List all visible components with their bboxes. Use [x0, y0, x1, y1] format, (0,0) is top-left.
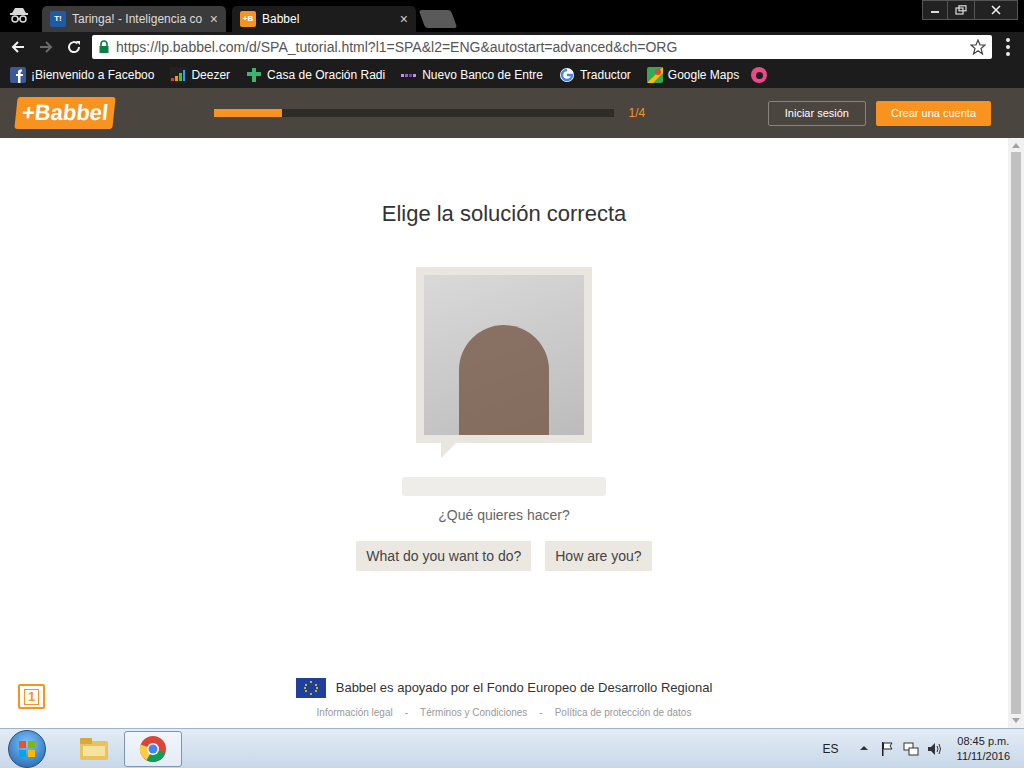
speech-tail [441, 443, 456, 458]
taskbar: ES 08:45 p.m.11/11/2016 [0, 728, 1024, 768]
badge-number: 1 [24, 689, 39, 705]
bookmark-facebook-icon [10, 67, 26, 83]
back-arrow-icon[interactable] [8, 37, 28, 57]
window-controls [922, 0, 1018, 20]
exercise-title: Elige la solución correcta [382, 200, 627, 228]
bookmark[interactable]: Deezer [166, 64, 234, 86]
speaker-icon[interactable] [927, 741, 943, 757]
tab-icon-text: +B [243, 15, 253, 23]
tab-close[interactable]: × [400, 12, 408, 26]
footer-links: Información legal-Términos y Condiciones… [317, 705, 692, 720]
bookmark-circle-icon[interactable] [751, 67, 767, 83]
bookmark-maps-icon [647, 67, 663, 83]
bookmark[interactable]: Google Maps [643, 64, 743, 86]
bookmark-cross-icon [246, 67, 262, 83]
answer-option[interactable]: What do you want to do? [356, 541, 531, 571]
picture-card [416, 267, 592, 443]
answer-option[interactable]: How are you? [545, 541, 651, 571]
babbel-logo[interactable]: +Babbel [14, 97, 116, 129]
babbel-header: +Babbel 1/4 Iniciar sesión Crear una cuenta [0, 88, 1024, 138]
tab-favicon: +B [240, 11, 256, 27]
bookmark-deezer-icon [170, 67, 186, 83]
close-window-icon[interactable] [974, 0, 1018, 20]
restore-icon[interactable] [948, 0, 974, 20]
eu-text: Babbel es apoyado por el Fondo Europeo d… [336, 678, 713, 698]
prompt-text: ¿Qué quieres hacer? [438, 505, 570, 526]
option-label: What do you want to do? [366, 546, 521, 567]
page-content: Elige la solución correcta ¿Qué quieres h… [0, 138, 1008, 728]
answer-blank [402, 477, 606, 496]
language-indicator[interactable]: ES [823, 740, 839, 758]
bookmark-label: Deezer [191, 66, 230, 84]
answer-options: What do you want to do? How are you? [356, 541, 651, 571]
tab-close[interactable]: × [210, 12, 218, 26]
progress-reading: 1/4 [629, 104, 669, 122]
bookmark-label: Google Maps [668, 66, 739, 84]
bookmark-google-icon [559, 67, 575, 83]
star-icon[interactable] [970, 39, 986, 55]
tab-label: Babbel [262, 10, 394, 28]
scrollbar[interactable] [1008, 138, 1024, 728]
footer-link[interactable]: Información legal [317, 705, 393, 720]
progress-fill [214, 109, 282, 117]
option-label: How are you? [555, 546, 641, 567]
bookmark-label: Traductor [580, 66, 631, 84]
bookmark-dots-icon [401, 67, 417, 83]
bookmarks-bar: ¡Bienvenido a Faceboo Deezer Casa de Oraci… [0, 62, 1024, 88]
login-button[interactable]: Iniciar sesión [768, 101, 866, 126]
link-separator: - [539, 705, 542, 720]
eu-row: Babbel es apoyado por el Fondo Europeo d… [296, 678, 713, 698]
tab-favicon: T! [50, 11, 66, 27]
network-icon[interactable] [903, 741, 919, 757]
action-center-flag-icon[interactable] [879, 741, 895, 757]
link-separator: - [405, 705, 408, 720]
woman-photo [424, 275, 584, 435]
browser-tab[interactable]: +B Babbel × [232, 6, 416, 32]
url-text: https://lp.babbel.com/d/SPA_tutorial.htm… [116, 37, 964, 58]
signup-label: Crear una cuenta [891, 105, 976, 122]
bookmark[interactable]: ¡Bienvenido a Faceboo [6, 64, 158, 86]
bookmark-label: ¡Bienvenido a Faceboo [31, 66, 154, 84]
clock-time: 08:45 p.m. [957, 734, 1009, 749]
forward-arrow-icon[interactable] [36, 37, 56, 57]
browser-tab[interactable]: T! Taringa! - Inteligencia co × [42, 6, 226, 32]
incognito-icon [6, 2, 32, 28]
footer-link[interactable]: Términos y Condiciones [420, 705, 527, 720]
footer-link[interactable]: Política de protección de datos [555, 705, 692, 720]
scrollbar-thumb[interactable] [1011, 152, 1021, 714]
bookmark[interactable]: Nuevo Banco de Entre [397, 64, 547, 86]
eu-flag-icon [296, 678, 326, 698]
signup-button[interactable]: Crear una cuenta [876, 101, 991, 126]
step-badge[interactable]: 1 [18, 684, 45, 709]
progress-track [214, 109, 614, 117]
new-tab-button[interactable] [419, 10, 458, 28]
bookmark[interactable]: Traductor [555, 64, 635, 86]
explorer-icon[interactable] [66, 731, 122, 767]
bookmark-label: Casa de Oración Radi [267, 66, 385, 84]
tab-label: Taringa! - Inteligencia co [72, 10, 204, 28]
address-bar[interactable]: https://lp.babbel.com/d/SPA_tutorial.htm… [92, 35, 992, 59]
bookmark[interactable]: Casa de Oración Radi [242, 64, 389, 86]
logo-text: +Babbel [21, 102, 110, 124]
start-orb-icon[interactable] [8, 730, 46, 768]
login-label: Iniciar sesión [785, 105, 849, 122]
toolbar: https://lp.babbel.com/d/SPA_tutorial.htm… [0, 32, 1024, 62]
reload-icon[interactable] [64, 37, 84, 57]
minimize-icon[interactable] [922, 0, 948, 20]
tab-strip: T! Taringa! - Inteligencia co × +B Babbel × [0, 0, 1024, 32]
lock-icon [98, 40, 110, 54]
clock[interactable]: 08:45 p.m.11/11/2016 [957, 734, 1010, 764]
tray-arrow-icon[interactable] [859, 743, 871, 755]
clock-date: 11/11/2016 [957, 749, 1010, 764]
menu-icon[interactable] [1000, 37, 1016, 57]
tab-icon-text: T! [54, 15, 62, 23]
chrome-taskbar-icon[interactable] [124, 731, 182, 767]
bookmark-label: Nuevo Banco de Entre [422, 66, 543, 84]
